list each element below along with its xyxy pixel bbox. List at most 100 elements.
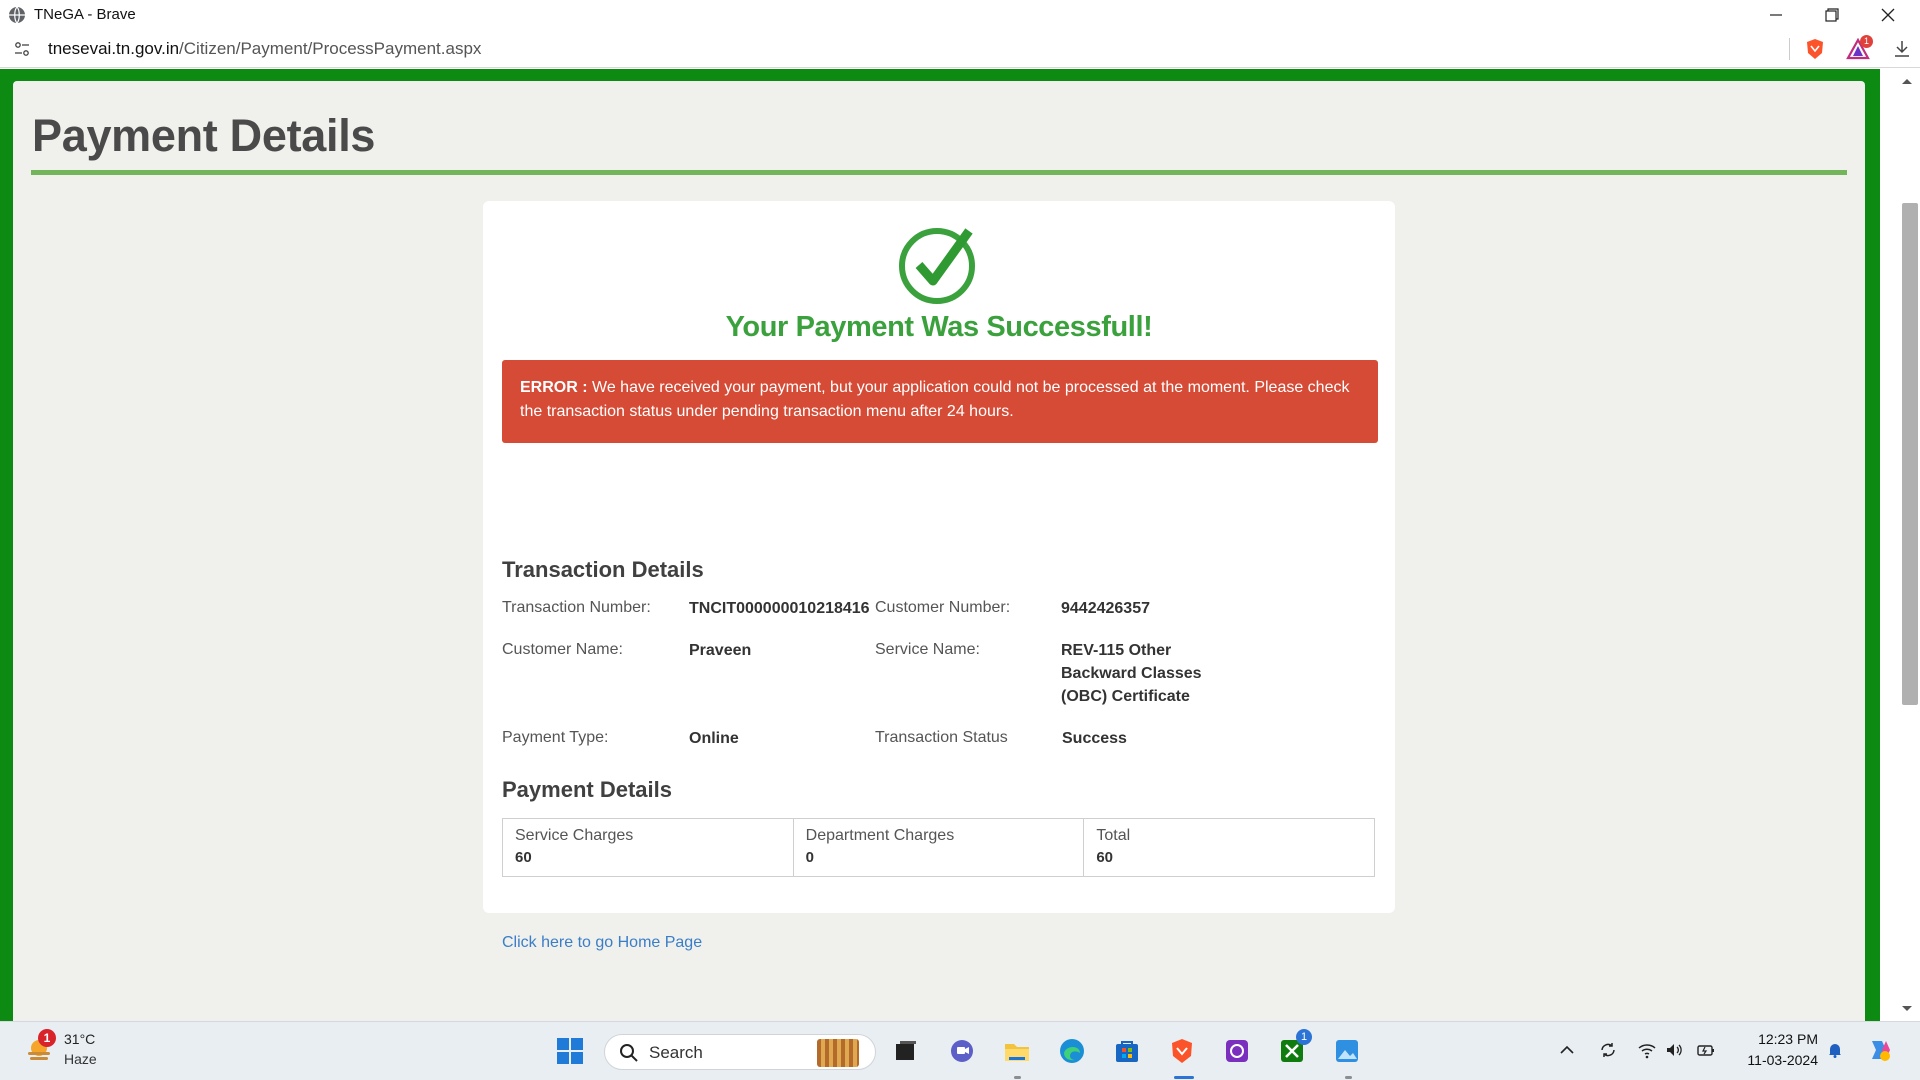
page-viewport: Payment Details Your Payment Was Success… — [0, 69, 1920, 1021]
search-icon — [620, 1044, 638, 1062]
chat-icon — [951, 1040, 973, 1062]
folder-icon — [1005, 1044, 1029, 1061]
address-bar: tnesevai.tn.gov.in/Citizen/Payment/Proce… — [0, 30, 1920, 68]
weather-temperature[interactable]: 31°C — [64, 1031, 95, 1047]
transaction-number-value: TNCIT000000010218416 — [689, 600, 870, 617]
service-charges-label: Service Charges — [515, 827, 634, 844]
charges-table: Service Charges 60 Department Charges 0 … — [502, 818, 1375, 877]
taskbar-search[interactable]: Search — [604, 1034, 876, 1070]
start-button[interactable] — [554, 1035, 586, 1067]
payment-type-value: Online — [689, 730, 739, 747]
service-name-line: Backward Classes — [1061, 665, 1202, 682]
transaction-details-heading: Transaction Details — [502, 557, 704, 582]
wifi-icon[interactable] — [1638, 1041, 1656, 1059]
url-host: tnesevai.tn.gov.in — [48, 39, 180, 58]
sync-icon[interactable] — [1599, 1041, 1617, 1059]
camera-app-icon — [1226, 1040, 1248, 1062]
taskbar-app-purple[interactable] — [1221, 1035, 1253, 1067]
department-charges-value: 0 — [805, 849, 815, 866]
scroll-down-icon[interactable] — [1901, 1005, 1913, 1013]
search-highlight-image — [817, 1039, 859, 1067]
chevron-up-icon[interactable] — [1558, 1041, 1576, 1059]
restore-icon — [1825, 8, 1839, 22]
service-name-line: (OBC) Certificate — [1061, 688, 1190, 705]
rewards-badge: 1 — [1860, 35, 1873, 48]
scrollbar-thumb[interactable] — [1902, 203, 1918, 705]
weather-condition[interactable]: Haze — [64, 1051, 97, 1067]
running-indicator — [1014, 1076, 1021, 1079]
minimize-button[interactable] — [1754, 0, 1798, 30]
customer-number-label: Customer Number: — [875, 599, 1011, 616]
total-label: Total — [1096, 827, 1131, 844]
search-placeholder: Search — [649, 1043, 703, 1062]
download-icon[interactable] — [1892, 39, 1912, 59]
copilot-icon[interactable] — [1866, 1037, 1892, 1063]
success-message: Your Payment Was Successfull! — [725, 311, 1153, 343]
clock-time[interactable]: 12:23 PM — [1752, 1031, 1818, 1047]
error-text: We have received your payment, but your … — [520, 379, 1350, 420]
service-charges-value: 60 — [515, 849, 532, 866]
close-icon — [1881, 8, 1895, 22]
battery-icon[interactable] — [1697, 1041, 1715, 1059]
store-icon — [1116, 1041, 1138, 1062]
transaction-number-label: Transaction Number: — [502, 599, 651, 616]
service-name-value: REV-115 Other Backward Classes (OBC) Cer… — [1061, 639, 1202, 708]
minimize-icon — [1770, 14, 1782, 16]
taskbar-brave[interactable] — [1166, 1035, 1198, 1067]
windows-logo-icon — [557, 1038, 583, 1064]
weather-badge: 1 — [38, 1029, 56, 1047]
error-label: ERROR : — [520, 379, 588, 396]
payment-card: Your Payment Was Successfull! ERROR : We… — [483, 201, 1395, 951]
service-charges-cell: Service Charges 60 — [503, 819, 794, 876]
url-path: /Citizen/Payment/ProcessPayment.aspx — [179, 39, 482, 58]
running-indicator — [1345, 1076, 1352, 1079]
department-charges-label: Department Charges — [805, 827, 955, 844]
taskbar-xbox[interactable]: 1 — [1276, 1029, 1312, 1067]
clock-date[interactable]: 11-03-2024 — [1738, 1052, 1818, 1068]
xbox-badge: 1 — [1296, 1029, 1312, 1045]
edge-icon — [1060, 1039, 1084, 1063]
site-settings-icon[interactable] — [14, 41, 30, 57]
total-value: 60 — [1096, 849, 1114, 866]
taskbar: 1 31°C Haze Search 1 12:23 PM 11-03-2024 — [0, 1021, 1920, 1080]
task-view-icon — [896, 1041, 916, 1060]
customer-name-label: Customer Name: — [502, 641, 623, 658]
page-title: Payment Details — [32, 110, 376, 161]
scroll-up-icon[interactable] — [1901, 77, 1913, 85]
customer-number-value: 9442426357 — [1061, 600, 1150, 617]
brave-shields-icon[interactable] — [1804, 38, 1826, 60]
page-content: Payment Details Your Payment Was Success… — [13, 81, 1865, 1021]
home-page-link[interactable]: Click here to go Home Page — [502, 934, 702, 952]
window-title: TNeGA - Brave — [34, 6, 136, 23]
service-name-line: REV-115 Other — [1061, 642, 1172, 659]
globe-icon — [9, 6, 25, 24]
success-check-icon — [899, 228, 975, 304]
volume-icon[interactable] — [1665, 1041, 1683, 1059]
active-app-indicator — [1174, 1076, 1194, 1079]
title-divider — [31, 170, 1847, 175]
transaction-status-label: Transaction Status — [875, 729, 1008, 746]
window-titlebar: TNeGA - Brave — [0, 0, 1920, 30]
taskbar-file-explorer[interactable] — [1001, 1035, 1033, 1067]
department-charges-cell: Department Charges 0 — [794, 819, 1085, 876]
brave-rewards-button[interactable]: 1 — [1846, 35, 1873, 60]
payment-type-label: Payment Type: — [502, 729, 609, 746]
taskbar-photos[interactable] — [1331, 1035, 1363, 1067]
taskbar-task-view[interactable] — [890, 1035, 922, 1067]
taskbar-edge[interactable] — [1056, 1035, 1088, 1067]
error-alert: ERROR : We have received your payment, b… — [502, 360, 1378, 443]
notification-bell-icon[interactable] — [1826, 1041, 1844, 1059]
toolbar-divider — [1789, 38, 1790, 60]
brave-icon — [1172, 1039, 1192, 1063]
service-name-label: Service Name: — [875, 641, 980, 658]
photos-icon — [1336, 1040, 1358, 1062]
close-button[interactable] — [1866, 0, 1910, 30]
url-field[interactable]: tnesevai.tn.gov.in/Citizen/Payment/Proce… — [48, 39, 481, 59]
transaction-status-value: Success — [1062, 730, 1127, 747]
payment-details-heading: Payment Details — [502, 777, 672, 802]
total-cell: Total 60 — [1084, 819, 1374, 876]
taskbar-store[interactable] — [1111, 1035, 1143, 1067]
taskbar-teams[interactable] — [946, 1035, 978, 1067]
restore-button[interactable] — [1810, 0, 1854, 30]
customer-name-value: Praveen — [689, 642, 752, 659]
